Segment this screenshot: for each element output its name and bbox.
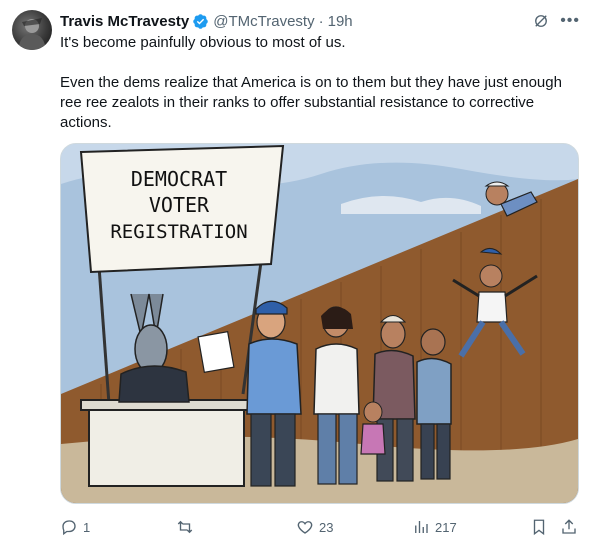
views-count: 217 xyxy=(435,519,457,535)
author-handle[interactable]: @TMcTravesty xyxy=(213,13,314,30)
author-name[interactable]: Travis McTravesty xyxy=(60,13,189,30)
sign-line-3: REGISTRATION xyxy=(110,221,247,243)
reply-icon xyxy=(62,520,76,536)
tweet-actions-bar: 1 23 217 xyxy=(60,517,580,537)
like-count: 23 xyxy=(319,519,334,535)
share-button[interactable] xyxy=(560,518,578,536)
tweet-media-image[interactable]: DEMOCRAT VOTER REGISTRATION xyxy=(60,143,579,504)
tweet-text: It's become painfully obvious to most of… xyxy=(60,33,580,153)
grok-icon[interactable] xyxy=(532,12,550,30)
verified-badge-icon xyxy=(193,13,209,29)
like-button[interactable]: 23 xyxy=(296,518,333,536)
sign-line-2: VOTER xyxy=(149,193,210,217)
share-icon xyxy=(562,519,576,534)
reply-count: 1 xyxy=(83,519,91,535)
repost-button[interactable] xyxy=(176,518,199,536)
tweet-header: Travis McTravesty @TMcTravesty · 19h ••• xyxy=(60,11,580,31)
tweet-timestamp[interactable]: 19h xyxy=(328,13,353,30)
bookmark-button[interactable] xyxy=(530,518,548,536)
tweet-paragraph-2: Even the dems realize that America is on… xyxy=(60,74,562,131)
analytics-icon xyxy=(415,521,428,533)
author-avatar[interactable] xyxy=(12,10,52,50)
political-cartoon-illustration: DEMOCRAT VOTER REGISTRATION xyxy=(61,144,578,503)
bookmark-icon xyxy=(533,519,545,536)
reply-button[interactable]: 1 xyxy=(60,518,90,536)
views-button[interactable]: 217 xyxy=(412,518,457,536)
tweet-paragraph-1: It's become painfully obvious to most of… xyxy=(60,34,346,51)
heart-icon xyxy=(297,521,313,534)
sign-line-1: DEMOCRAT xyxy=(131,167,227,191)
repost-icon xyxy=(177,520,193,534)
more-options-icon[interactable]: ••• xyxy=(560,13,580,29)
header-separator: · xyxy=(318,12,324,30)
